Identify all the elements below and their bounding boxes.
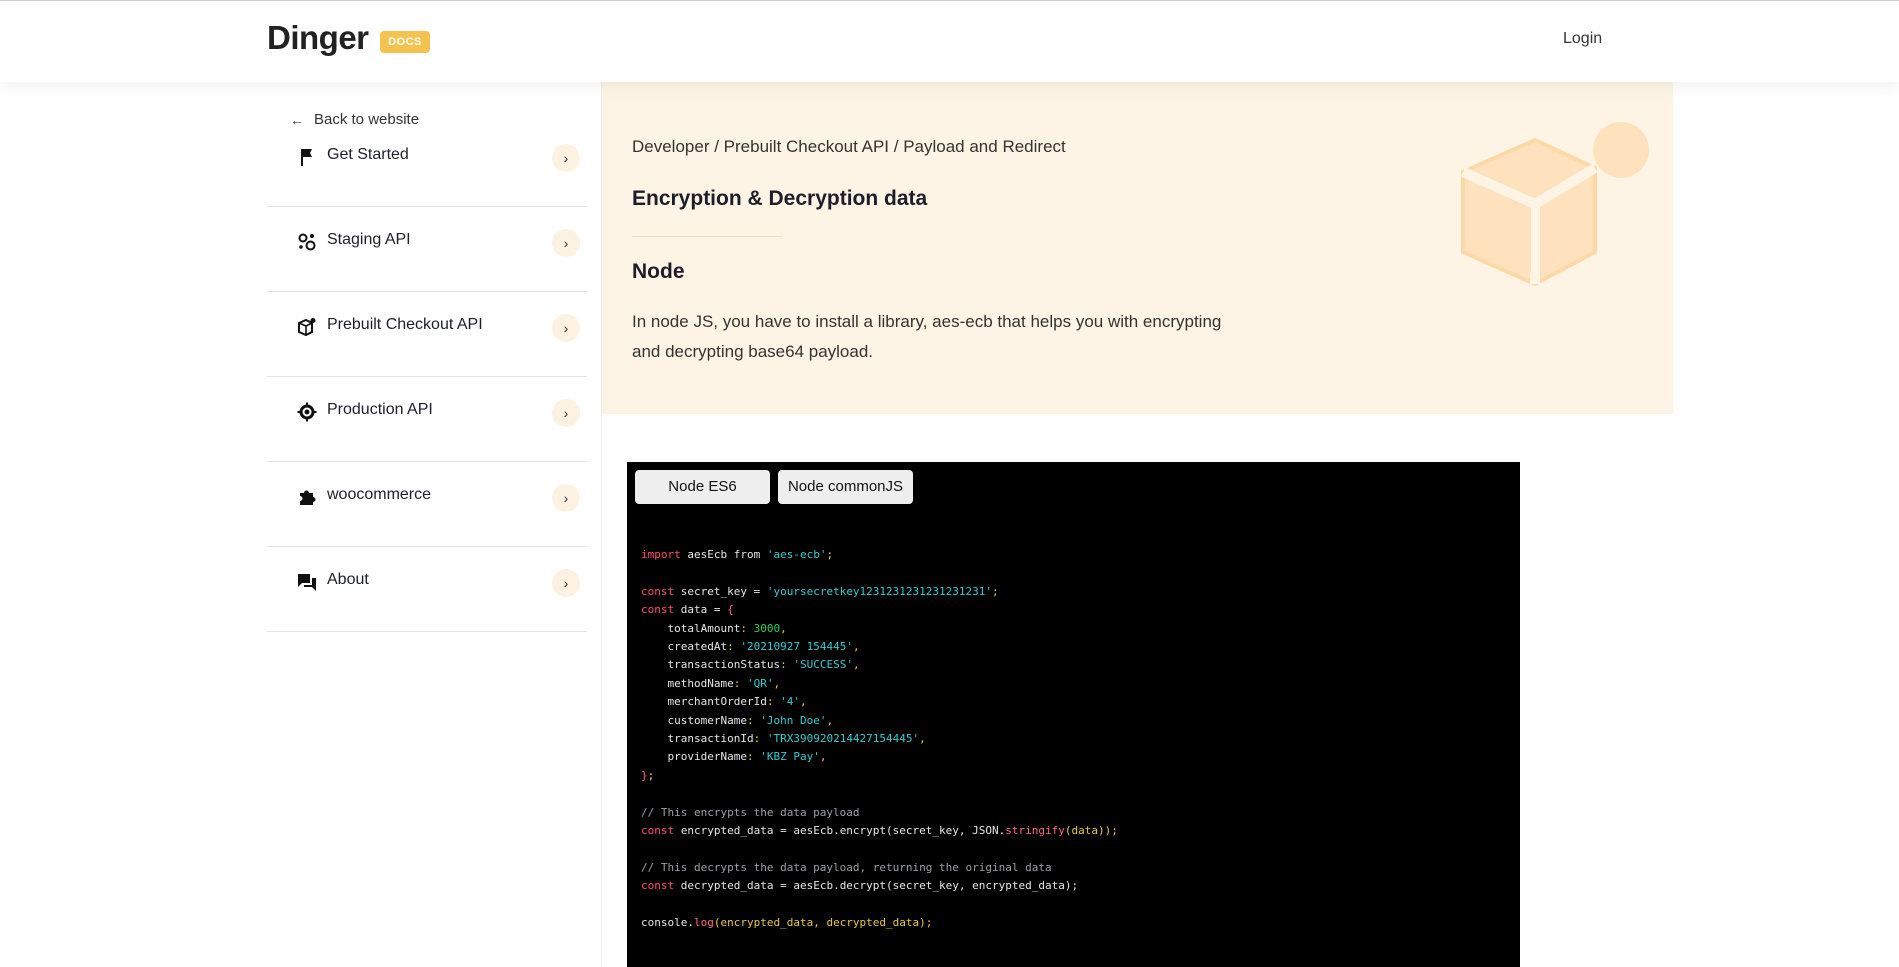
- tab-node-commonjs[interactable]: Node commonJS: [778, 470, 913, 504]
- sidebar: ← Back to website Get Started › Staging …: [267, 82, 587, 967]
- chevron-right-icon[interactable]: ›: [552, 144, 580, 172]
- sidebar-item-label: Production API: [327, 401, 433, 418]
- section-description: In node JS, you have to install a librar…: [632, 312, 1222, 361]
- code-block: Node ES6 Node commonJS import aesEcb fro…: [627, 462, 1520, 967]
- chevron-right-icon[interactable]: ›: [552, 399, 580, 427]
- gear-icon: [297, 402, 317, 422]
- sidebar-item-prebuilt-checkout-api[interactable]: Prebuilt Checkout API ›: [267, 292, 587, 377]
- code-snippet: import aesEcb from 'aes-ecb'; const secr…: [641, 548, 1118, 930]
- sidebar-item-label: woocommerce: [327, 486, 432, 503]
- page-title: Encryption & Decryption data: [632, 187, 928, 210]
- section-title: Node: [632, 260, 685, 283]
- sidebar-item-label: About: [327, 571, 369, 588]
- docs-badge: DOCS: [380, 31, 430, 53]
- top-header: Dinger DOCS Login: [0, 0, 1899, 82]
- sidebar-item-production-api[interactable]: Production API ›: [267, 377, 587, 462]
- chevron-right-icon[interactable]: ›: [552, 569, 580, 597]
- sidebar-item-label: Prebuilt Checkout API: [327, 316, 483, 333]
- flag-icon: [301, 149, 312, 166]
- chevron-right-icon[interactable]: ›: [552, 229, 580, 257]
- gears-icon: [298, 233, 316, 251]
- sidebar-item-label: Get Started: [327, 146, 409, 163]
- chevron-right-icon[interactable]: ›: [552, 484, 580, 512]
- login-link[interactable]: Login: [1563, 30, 1602, 48]
- breadcrumb: Developer / Prebuilt Checkout API / Payl…: [632, 137, 1066, 156]
- puzzle-icon: [300, 490, 316, 505]
- package-icon: [298, 318, 316, 337]
- tab-node-es6[interactable]: Node ES6: [635, 470, 770, 504]
- chevron-right-icon[interactable]: ›: [552, 314, 580, 342]
- sidebar-item-woocommerce[interactable]: woocommerce ›: [267, 462, 587, 547]
- sidebar-item-staging-api[interactable]: Staging API ›: [267, 207, 587, 292]
- chat-icon: [298, 574, 316, 591]
- brand-logo[interactable]: Dinger: [267, 19, 369, 57]
- sidebar-item-get-started[interactable]: Get Started ›: [267, 122, 587, 207]
- sidebar-item-label: Staging API: [327, 231, 411, 248]
- package-illustration-icon: [1460, 122, 1649, 287]
- page-hero: Developer / Prebuilt Checkout API / Payl…: [602, 82, 1673, 414]
- title-divider: [632, 236, 782, 237]
- sidebar-item-about[interactable]: About ›: [267, 547, 587, 632]
